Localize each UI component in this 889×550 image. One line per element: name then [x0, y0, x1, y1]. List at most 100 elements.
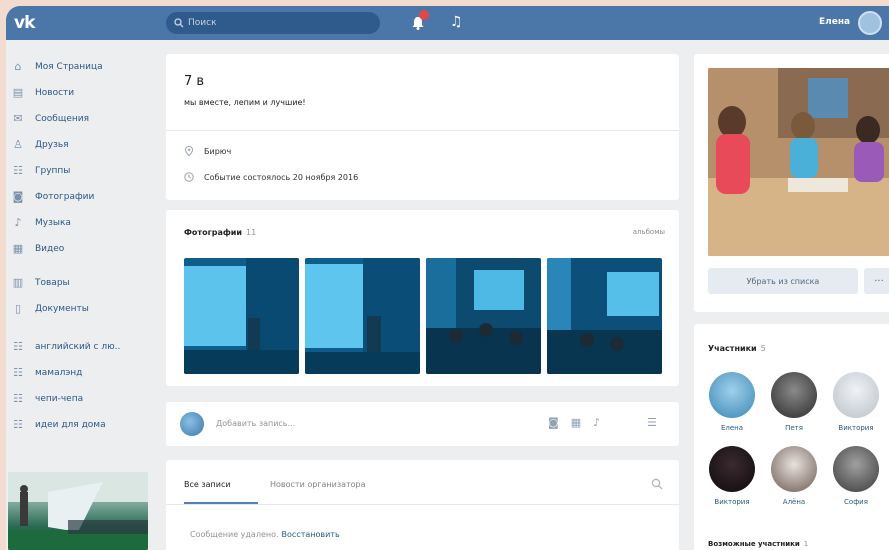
sidebar-group-home-ideas[interactable]: ☷ идеи для дома: [8, 412, 158, 438]
deleted-message: Сообщение удалено. Восстановить: [190, 530, 340, 539]
member-item[interactable]: Виктория: [826, 372, 886, 432]
member-name: Петя: [785, 424, 803, 432]
sidebar-item-goods[interactable]: ▥ Товары: [8, 270, 158, 296]
sidebar-ad-image[interactable]: [8, 472, 148, 550]
photos-title-text: Фотографии: [184, 228, 243, 237]
sidebar-item-label: Товары: [35, 278, 70, 288]
albums-link[interactable]: альбомы: [633, 228, 665, 236]
photo-thumbnail[interactable]: [426, 258, 541, 374]
member-item[interactable]: Алёна: [764, 446, 824, 506]
remove-from-list-button[interactable]: Убрать из списка: [708, 268, 858, 294]
documents-icon: ▯: [14, 302, 22, 315]
more-options-button[interactable]: ···: [864, 268, 889, 294]
compose-input[interactable]: Добавить запись...: [216, 419, 295, 428]
photos-card: Фотографии 11 альбомы: [166, 210, 679, 386]
search-placeholder: Поиск: [188, 18, 217, 28]
members-title[interactable]: Участники 5: [708, 344, 766, 353]
members-title-text: Участники: [708, 344, 757, 353]
sort-icon[interactable]: ☰: [647, 416, 657, 429]
members-count: 5: [760, 344, 766, 353]
event-location[interactable]: Бирюч: [204, 147, 231, 156]
event-date: Событие состоялось 20 ноября 2016: [204, 172, 359, 182]
event-date-row: Событие состоялось 20 ноября 2016: [184, 172, 358, 182]
avatar: [709, 372, 755, 418]
sidebar-group-chepi[interactable]: ☷ чепи-чепа: [8, 386, 158, 412]
sidebar-item-label: чепи-чепа: [35, 394, 84, 404]
app-frame: vk Поиск ♫ Елена ⌂ Моя Страница ▤ Новости …: [6, 6, 889, 550]
home-icon: ⌂: [14, 60, 22, 73]
sidebar-item-news[interactable]: ▤ Новости: [8, 80, 158, 106]
user-avatar[interactable]: [858, 11, 882, 35]
member-item[interactable]: Петя: [764, 372, 824, 432]
member-item[interactable]: Виктория: [702, 446, 762, 506]
event-title: 7 в: [184, 74, 205, 89]
members-card: Участники 5 Елена Петя Виктория Виктория …: [694, 324, 889, 550]
music-note-icon: ♪: [14, 216, 22, 229]
photos-icon: ◙: [12, 190, 24, 203]
deleted-message-text: Сообщение удалено.: [190, 530, 279, 539]
maybe-members-title[interactable]: Возможные участники 1: [708, 540, 808, 548]
compose-avatar: [180, 412, 204, 436]
group-icon: ☷: [13, 366, 23, 379]
sidebar-item-documents[interactable]: ▯ Документы: [8, 296, 158, 322]
camera-icon[interactable]: ◙: [548, 416, 559, 429]
compose-card: Добавить запись... ◙ ▦ ♪ ☰: [166, 402, 679, 446]
sidebar-group-mamaland[interactable]: ☷ мамалэнд: [8, 360, 158, 386]
sidebar-item-label: Видео: [35, 244, 65, 254]
sidebar-item-my-page[interactable]: ⌂ Моя Страница: [8, 54, 158, 80]
messages-icon: ✉: [13, 112, 23, 125]
photo-thumbnail[interactable]: [184, 258, 299, 374]
avatar: [709, 446, 755, 492]
event-cover-photo[interactable]: [708, 68, 889, 256]
sidebar-item-friends[interactable]: ♙ Друзья: [8, 132, 158, 158]
groups-icon: ☷: [13, 164, 23, 177]
music-icon[interactable]: ♫: [450, 15, 463, 29]
notification-badge: [419, 10, 429, 20]
avatar: [771, 446, 817, 492]
maybe-members-count: 1: [803, 540, 809, 548]
sidebar-separator: [8, 322, 158, 334]
photo-thumbnail[interactable]: [547, 258, 662, 374]
sidebar-item-label: Друзья: [35, 140, 69, 150]
sidebar-item-label: Фотографии: [35, 192, 95, 202]
sidebar-item-video[interactable]: ▦ Видео: [8, 236, 158, 262]
member-name: Елена: [720, 424, 744, 432]
sidebar-item-messages[interactable]: ✉ Сообщения: [8, 106, 158, 132]
sidebar-item-label: Музыка: [35, 218, 71, 228]
sidebar-item-label: Моя Страница: [35, 62, 103, 72]
sidebar-item-groups[interactable]: ☷ Группы: [8, 158, 158, 184]
sidebar-group-english[interactable]: ☷ английский с лю..: [8, 334, 158, 360]
tab-all-posts[interactable]: Все записи: [184, 480, 231, 489]
user-name[interactable]: Елена: [819, 17, 850, 27]
sidebar-item-label: мамалэнд: [35, 368, 83, 378]
divider: [166, 504, 679, 505]
photos-title[interactable]: Фотографии 11: [184, 228, 256, 237]
tab-organizer-news[interactable]: Новости организатора: [270, 480, 366, 489]
divider: [166, 130, 679, 131]
avatar: [833, 446, 879, 492]
restore-link[interactable]: Восстановить: [282, 530, 340, 539]
avatar: [771, 372, 817, 418]
sidebar-item-label: Группы: [35, 166, 71, 176]
music-note-icon[interactable]: ♪: [593, 416, 600, 429]
search-input[interactable]: Поиск: [166, 12, 380, 34]
sidebar-item-label: английский с лю..: [35, 342, 121, 352]
goods-icon: ▥: [12, 276, 24, 289]
member-item[interactable]: Елена: [702, 372, 762, 432]
search-icon[interactable]: [651, 478, 663, 490]
member-name: Виктория: [838, 424, 874, 432]
event-location-row: Бирюч: [184, 146, 231, 156]
sidebar-item-label: идеи для дома: [35, 420, 106, 430]
member-item[interactable]: София: [826, 446, 886, 506]
event-card: 7 в мы вместе, лепим и лучшие! Бирюч Соб…: [166, 54, 679, 200]
video-icon[interactable]: ▦: [571, 416, 581, 429]
sidebar-item-music[interactable]: ♪ Музыка: [8, 210, 158, 236]
sidebar-item-photos[interactable]: ◙ Фотографии: [8, 184, 158, 210]
top-bar: vk Поиск ♫ Елена: [6, 6, 889, 40]
location-pin-icon: [184, 146, 194, 156]
photos-count: 11: [246, 228, 257, 237]
sidebar: ⌂ Моя Страница ▤ Новости ✉ Сообщения ♙ Друзь…: [8, 54, 158, 438]
member-name: София: [844, 498, 868, 506]
photo-thumbnail[interactable]: [305, 258, 420, 374]
vk-logo[interactable]: vk: [14, 13, 35, 33]
